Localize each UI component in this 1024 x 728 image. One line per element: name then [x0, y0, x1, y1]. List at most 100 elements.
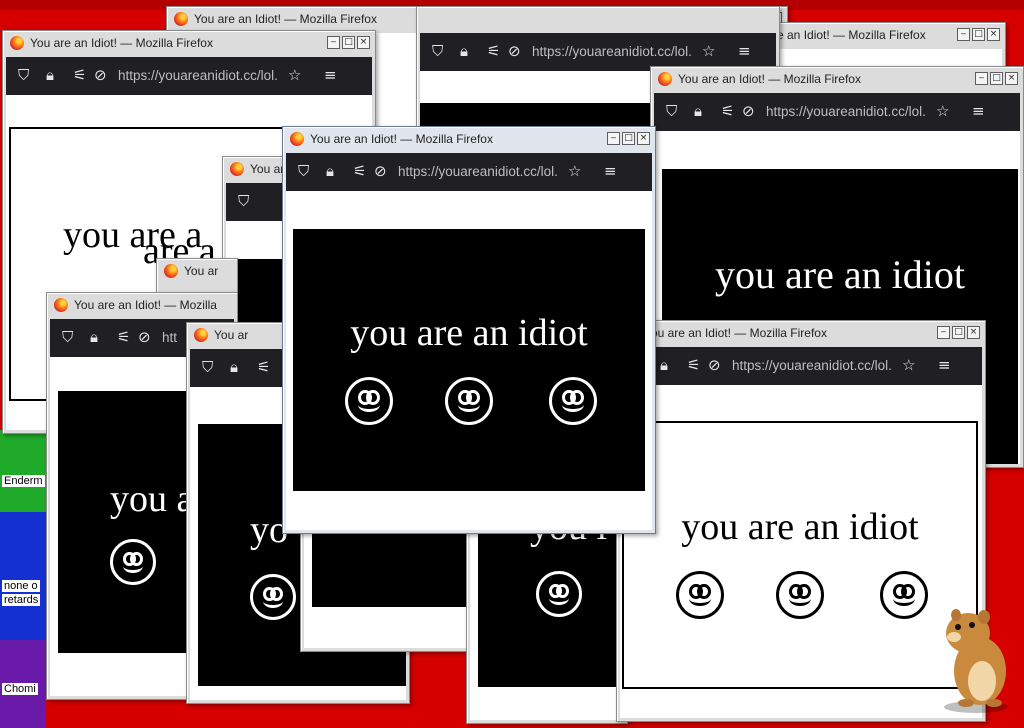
window-controls: ‒ □ ×	[937, 326, 980, 339]
bookmark-star-icon[interactable]: ☆	[568, 162, 581, 180]
close-icon[interactable]: ×	[1005, 72, 1018, 85]
lock-icon[interactable]: 🔒︎	[46, 66, 54, 84]
close-icon[interactable]: ×	[967, 326, 980, 339]
url-bar[interactable]: https://youareanidiot.cc/lol.	[532, 44, 692, 59]
desktop-icon-label[interactable]: Enderm	[2, 475, 45, 487]
hamburger-menu-icon[interactable]: ≡	[972, 102, 985, 120]
desktop-band-green	[0, 430, 46, 512]
idiot-text: you are an idiot	[350, 312, 588, 354]
permissions-icon[interactable]: ⚟	[721, 102, 734, 120]
idiot-text: you are an idiot	[715, 252, 965, 297]
hamburger-menu-icon[interactable]: ≡	[738, 42, 751, 60]
minimize-icon[interactable]: ‒	[607, 132, 620, 145]
smiley-face-icon	[110, 539, 156, 585]
smiley-face-icon	[880, 571, 928, 619]
desktop-icon-label[interactable]: Chomi	[2, 683, 38, 695]
browser-window-active[interactable]: You are an Idiot! — Mozilla Firefox ‒ □ …	[282, 126, 656, 534]
title-bar[interactable]: You are an Idiot! — Mozilla Firefox ‒ □ …	[3, 31, 375, 55]
close-icon[interactable]: ×	[987, 28, 1000, 41]
firefox-logo-icon	[174, 12, 188, 26]
maximize-icon[interactable]: □	[990, 72, 1003, 85]
shield-icon[interactable]: ⛉	[238, 192, 249, 210]
browser-window[interactable]: You are an Idiot! — Mozilla Firefox ‒ □ …	[616, 320, 986, 722]
tracking-protection-icon[interactable]: ⊘	[742, 102, 755, 120]
desktop-icon-label[interactable]: retards	[2, 594, 41, 606]
lock-icon[interactable]: 🔒︎	[660, 356, 668, 374]
desktop-icon-label[interactable]: none o	[2, 580, 40, 592]
maximize-icon[interactable]: □	[972, 28, 985, 41]
window-title: You are an Idiot! — Mozilla Firefox	[644, 326, 827, 340]
hamburger-menu-icon[interactable]: ≡	[324, 66, 337, 84]
window-title: You ar	[214, 328, 249, 342]
lock-icon[interactable]: 🔒︎	[460, 42, 468, 60]
window-title: You are an Idiot! — Mozilla Firefox	[194, 12, 377, 26]
window-title: You are an Idiot! — Mozilla Firefox	[678, 72, 861, 86]
title-bar[interactable]: You ar	[157, 259, 237, 283]
permissions-icon[interactable]: ⚟	[73, 66, 86, 84]
minimize-icon[interactable]: ‒	[975, 72, 988, 85]
lock-icon[interactable]: 🔒︎	[90, 328, 98, 346]
window-title: You ar	[250, 162, 285, 176]
lock-icon[interactable]: 🔒︎	[230, 358, 238, 376]
url-bar[interactable]: https://youareanidiot.cc/lol.	[766, 104, 926, 119]
minimize-icon[interactable]: ‒	[327, 36, 340, 49]
permissions-icon[interactable]: ⚟	[117, 328, 130, 346]
smiley-face-icon	[445, 377, 493, 425]
tracking-protection-icon[interactable]: ⊘	[708, 356, 721, 374]
permissions-icon[interactable]: ⚟	[257, 358, 270, 376]
smiley-face-icon	[549, 377, 597, 425]
maximize-icon[interactable]: □	[952, 326, 965, 339]
bookmark-star-icon[interactable]: ☆	[902, 356, 915, 374]
page-content: you are an idiot	[620, 385, 982, 718]
title-bar[interactable]: e an Idiot! — Mozilla Firefox ‒ □ ×	[773, 23, 1005, 47]
shield-icon[interactable]: ⛉	[298, 162, 309, 180]
idiot-panel: you are an idiot	[293, 229, 645, 491]
bookmark-star-icon[interactable]: ☆	[936, 102, 949, 120]
title-bar[interactable]: You are an Idiot! — Mozilla Firefox ‒ □ …	[283, 127, 655, 151]
minimize-icon[interactable]: ‒	[937, 326, 950, 339]
smiley-face-icon	[676, 571, 724, 619]
shield-icon[interactable]: ⛉	[18, 66, 29, 84]
tracking-protection-icon[interactable]: ⊘	[374, 162, 387, 180]
firefox-logo-icon	[658, 72, 672, 86]
tracking-protection-icon[interactable]: ⊘	[138, 328, 151, 346]
url-bar[interactable]: https://youareanidiot.cc/lol.	[398, 164, 558, 179]
close-icon[interactable]: ×	[357, 36, 370, 49]
url-bar[interactable]: https://youareanidiot.cc/lol.	[732, 358, 892, 373]
desktop: Enderm none o retards Chomi You are an I…	[0, 0, 1024, 728]
hamburger-menu-icon[interactable]: ≡	[604, 162, 617, 180]
permissions-icon[interactable]: ⚟	[353, 162, 366, 180]
tracking-protection-icon[interactable]: ⊘	[508, 42, 521, 60]
window-controls: ‒ □ ×	[975, 72, 1018, 85]
maximize-icon[interactable]: □	[342, 36, 355, 49]
shield-icon[interactable]: ⛉	[62, 328, 73, 346]
shield-icon[interactable]: ⛉	[432, 42, 443, 60]
minimize-icon[interactable]: ‒	[957, 28, 970, 41]
firefox-logo-icon	[164, 264, 178, 278]
title-bar[interactable]: You are an Idiot! — Mozilla Firefox ‒ □ …	[651, 67, 1023, 91]
firefox-logo-icon	[230, 162, 244, 176]
maximize-icon[interactable]: □	[622, 132, 635, 145]
shield-icon[interactable]: ⛉	[666, 102, 677, 120]
window-title: You ar	[184, 264, 219, 278]
close-icon[interactable]: ×	[637, 132, 650, 145]
title-bar[interactable]: You are an Idiot! — Mozilla Firefox ‒ □ …	[617, 321, 985, 345]
window-controls: ‒ □ ×	[607, 132, 650, 145]
lock-icon[interactable]: 🔒︎	[326, 162, 334, 180]
bookmark-star-icon[interactable]: ☆	[702, 42, 715, 60]
lock-icon[interactable]: 🔒︎	[694, 102, 702, 120]
smiley-face-icon	[250, 574, 296, 620]
desktop-band-blue	[0, 512, 46, 640]
nav-bar: ⛉ 🔒︎ ⚟ ⊘ https://youareanidiot.cc/lol. ☆…	[620, 347, 982, 385]
bookmark-star-icon[interactable]: ☆	[288, 66, 301, 84]
url-bar[interactable]: https://youareanidiot.cc/lol.	[118, 68, 278, 83]
url-bar[interactable]: htt	[162, 330, 177, 345]
tracking-protection-icon[interactable]: ⊘	[94, 66, 107, 84]
title-bar[interactable]: You are an Idiot! — Mozilla	[47, 293, 237, 317]
hamburger-menu-icon[interactable]: ≡	[938, 356, 951, 374]
permissions-icon[interactable]: ⚟	[687, 356, 700, 374]
hamster-mascot-icon	[944, 609, 1008, 713]
window-controls: ‒ □ ×	[327, 36, 370, 49]
shield-icon[interactable]: ⛉	[202, 358, 213, 376]
permissions-icon[interactable]: ⚟	[487, 42, 500, 60]
